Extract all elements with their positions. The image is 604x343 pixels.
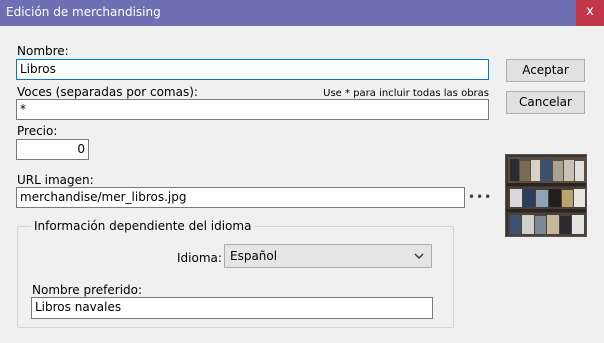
accept-button[interactable]: Aceptar bbox=[506, 59, 585, 82]
voices-label: Voces (separadas por comas): bbox=[17, 85, 198, 99]
voices-input[interactable]: * bbox=[16, 99, 489, 120]
merchandising-dialog: Edición de merchandising x Nombre: Libro… bbox=[0, 0, 604, 343]
image-url-label: URL imagen: bbox=[17, 173, 94, 187]
close-icon: x bbox=[586, 4, 594, 19]
image-preview bbox=[505, 154, 587, 237]
price-input[interactable]: 0 bbox=[16, 139, 89, 160]
browse-button[interactable]: ••• bbox=[468, 190, 492, 204]
preferred-name-label: Nombre preferido: bbox=[32, 283, 143, 297]
image-url-input[interactable]: merchandise/mer_libros.jpg bbox=[16, 187, 465, 208]
language-select-value: Español bbox=[230, 249, 278, 263]
window-title: Edición de merchandising bbox=[6, 5, 161, 19]
price-label: Precio: bbox=[17, 124, 58, 138]
title-bar: Edición de merchandising x bbox=[0, 0, 604, 26]
language-group-title: Información dependiente del idioma bbox=[31, 219, 255, 233]
preferred-name-input[interactable]: Libros navales bbox=[31, 297, 433, 319]
name-input[interactable]: Libros bbox=[16, 59, 489, 80]
language-select[interactable]: Español bbox=[224, 244, 432, 268]
chevron-down-icon bbox=[413, 248, 425, 267]
close-button[interactable]: x bbox=[576, 0, 604, 26]
bookshelf-image bbox=[506, 155, 586, 236]
language-label: Idioma: bbox=[177, 251, 222, 265]
more-icon: ••• bbox=[468, 190, 493, 204]
name-label: Nombre: bbox=[17, 44, 69, 58]
voices-hint: Use * para incluir todas las obras bbox=[323, 88, 489, 99]
cancel-button[interactable]: Cancelar bbox=[506, 91, 585, 114]
